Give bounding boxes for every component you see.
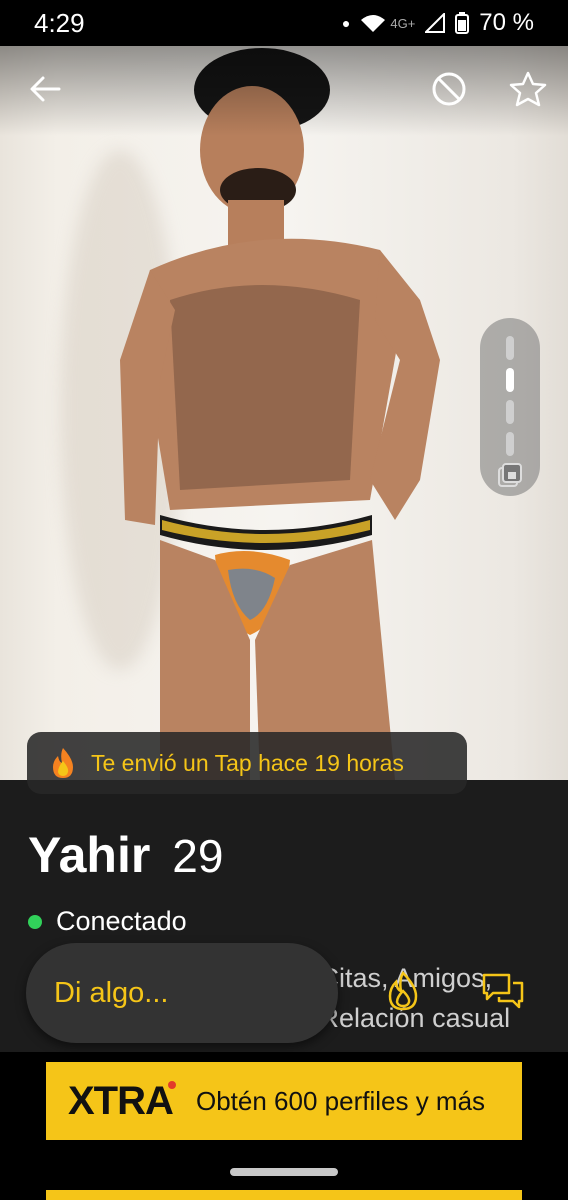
online-status-label: Conectado — [56, 906, 187, 936]
xtra-logo-dot — [168, 1080, 176, 1089]
tap-message: Te envió un Tap hace 19 horas — [91, 749, 404, 776]
online-status: Conectado — [28, 906, 187, 937]
online-dot-icon — [28, 914, 42, 929]
home-indicator[interactable] — [230, 1168, 338, 1176]
status-time: 4:29 — [34, 7, 85, 38]
status-icons: ● 4G+ 70 % — [342, 9, 534, 37]
notification-dot-icon: ● — [341, 15, 351, 31]
network-type: 4G+ — [390, 15, 416, 31]
private-album-icon[interactable] — [497, 462, 523, 488]
battery-icon — [455, 12, 470, 34]
pager-dot-active[interactable] — [506, 368, 514, 392]
battery-percent: 70 % — [479, 9, 534, 36]
chat-input[interactable]: Di algo... — [26, 943, 338, 1043]
block-icon — [432, 72, 466, 106]
profile-name: Yahir — [28, 827, 151, 883]
back-button[interactable] — [20, 64, 70, 114]
arrow-left-icon — [30, 76, 61, 102]
chat-button[interactable] — [478, 966, 528, 1016]
block-button[interactable] — [424, 64, 474, 114]
wifi-icon — [361, 15, 386, 32]
tap-notification: Te envió un Tap hace 19 horas — [27, 732, 467, 794]
pager-dot[interactable] — [506, 400, 514, 424]
xtra-logo: XTRA — [46, 1079, 196, 1124]
star-icon — [509, 71, 547, 107]
banner-edge — [46, 1190, 522, 1200]
status-bar: 4:29 ● 4G+ 70 % — [0, 0, 568, 46]
profile-age: 29 — [172, 830, 224, 882]
signal-icon — [425, 13, 446, 33]
pager-dot[interactable] — [506, 336, 514, 360]
photo-top-bar — [0, 46, 568, 136]
xtra-upgrade-banner[interactable]: XTRA Obtén 600 perfiles y más — [46, 1062, 522, 1140]
chat-placeholder: Di algo... — [54, 976, 169, 1009]
send-tap-button[interactable] — [378, 966, 428, 1016]
photo-pager[interactable] — [480, 318, 540, 496]
xtra-brand: XTRA — [68, 1078, 174, 1123]
chat-bubbles-icon — [482, 973, 524, 1009]
profile-header: Yahir 29 — [28, 826, 223, 884]
pager-dot[interactable] — [506, 432, 514, 456]
favorite-button[interactable] — [503, 64, 553, 114]
xtra-offer-text: Obtén 600 perfiles y más — [196, 1086, 486, 1116]
flame-outline-icon — [388, 971, 418, 1011]
flame-icon — [53, 748, 73, 778]
